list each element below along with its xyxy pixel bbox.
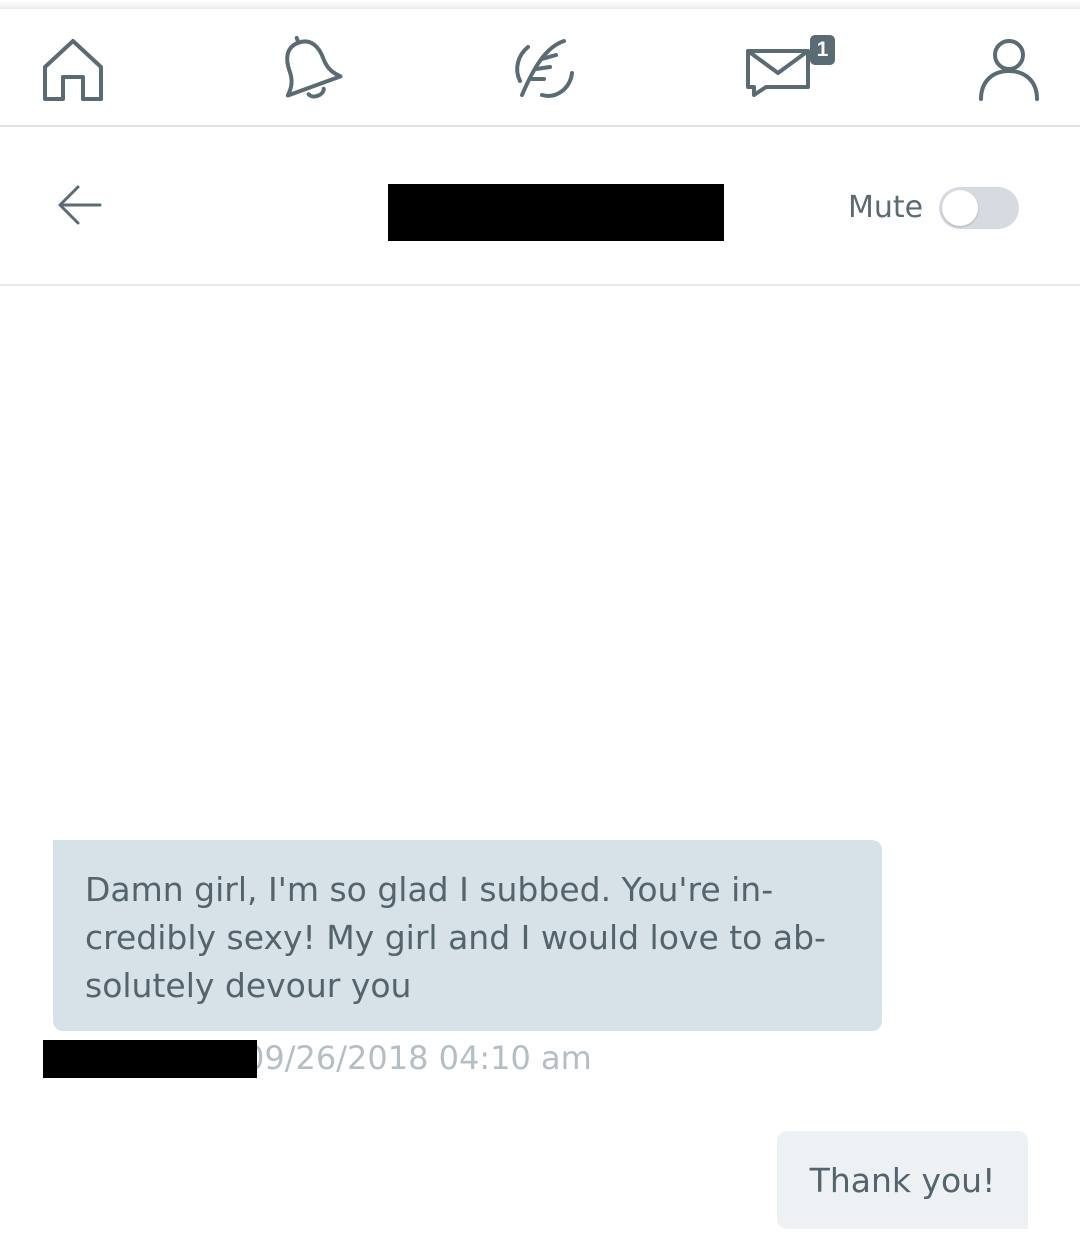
outgoing-message-bubble: Thank you!	[777, 1131, 1028, 1229]
nav-messages[interactable]	[742, 33, 814, 105]
redacted-conversation-title	[388, 184, 724, 241]
feather-icon	[515, 39, 574, 98]
home-icon	[43, 39, 103, 101]
mute-toggle[interactable]	[939, 187, 1019, 229]
messages-badge: 1	[810, 35, 835, 65]
nav-profile[interactable]	[973, 33, 1045, 105]
nav-write[interactable]	[506, 33, 578, 105]
user-icon	[979, 39, 1039, 101]
nav-home[interactable]	[37, 33, 109, 105]
incoming-message-bubble: Damn girl, I'm so glad I subbed. You're …	[53, 840, 882, 1031]
top-edge	[0, 0, 1080, 9]
incoming-message-text: Damn girl, I'm so glad I subbed. You're …	[85, 870, 826, 1005]
bottom-nav-bar: 1	[0, 9, 1080, 127]
message-timestamp: 09/26/2018 04:10 am	[257, 1036, 637, 1080]
outgoing-message-text: Thank you!	[809, 1160, 996, 1200]
envelope-icon	[746, 49, 810, 97]
mute-toggle-knob	[942, 190, 978, 226]
arrow-left-icon	[58, 185, 102, 225]
conversation-header: Mute	[0, 127, 1080, 286]
message-timestamp-text: 09/26/2018 04:10 am	[257, 1039, 592, 1077]
bell-icon	[285, 35, 343, 99]
nav-notifications[interactable]	[272, 33, 344, 105]
redacted-sender-name	[43, 1040, 257, 1078]
back-button[interactable]	[50, 177, 110, 233]
mute-label: Mute	[848, 190, 924, 225]
